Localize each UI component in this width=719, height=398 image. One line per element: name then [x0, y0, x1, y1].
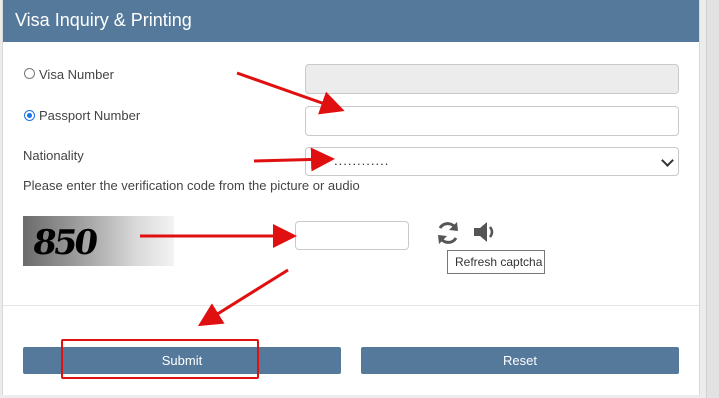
annotation-arrows	[140, 71, 345, 327]
arrow-to-submit	[197, 268, 289, 327]
arrow-to-nationality	[253, 147, 335, 172]
arrow-to-passport-field	[236, 71, 345, 115]
